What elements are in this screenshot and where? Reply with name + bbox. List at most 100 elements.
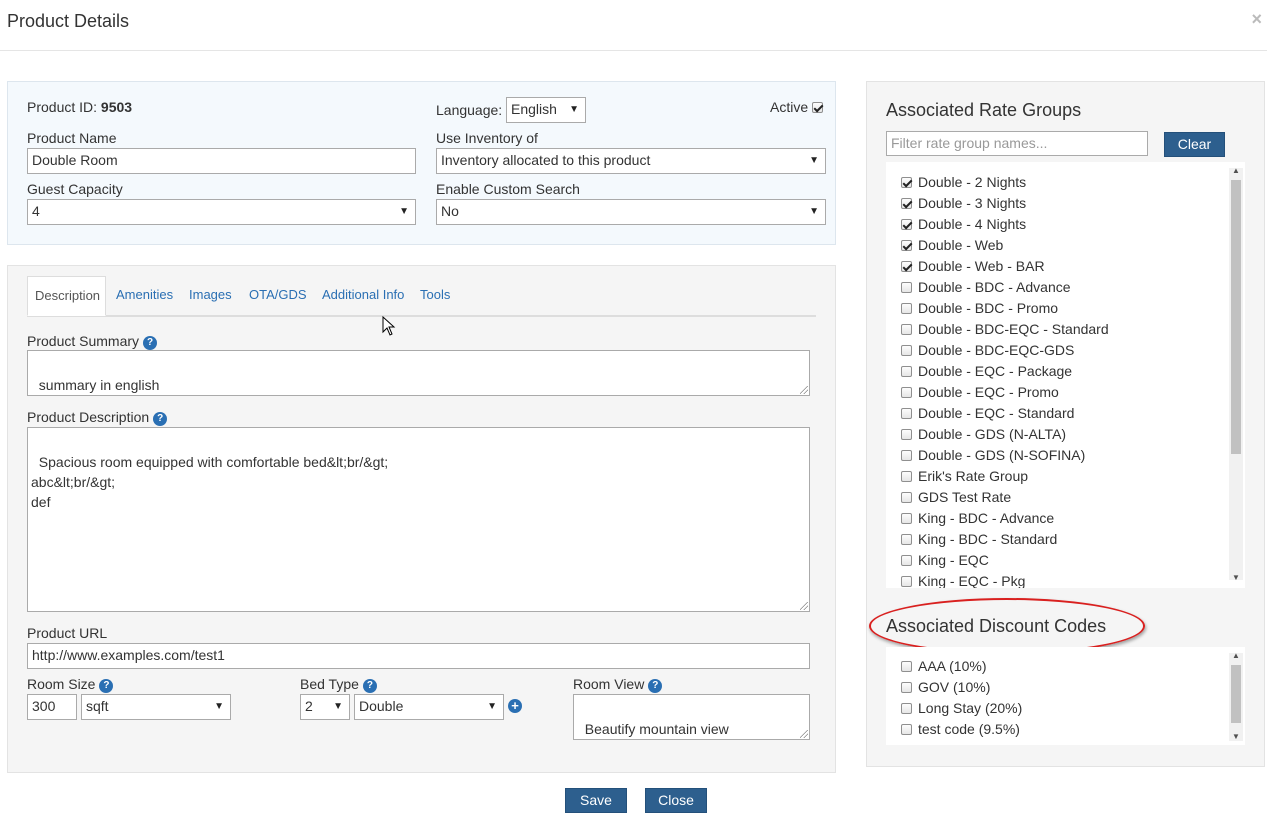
- product-summary-value: summary in english: [38, 377, 160, 393]
- list-item[interactable]: GDS Test Rate: [901, 489, 1011, 505]
- list-item-label: Double - BDC - Advance: [918, 279, 1071, 295]
- tab-description[interactable]: Description: [27, 276, 106, 316]
- guest-capacity-select[interactable]: 4 ▼: [27, 199, 416, 225]
- checkbox[interactable]: [901, 492, 912, 503]
- list-item[interactable]: King - EQC - Pkg: [901, 573, 1025, 588]
- list-item[interactable]: Double - 3 Nights: [901, 195, 1026, 211]
- list-item-label: GOV (10%): [918, 679, 991, 695]
- list-item[interactable]: Erik's Rate Group: [901, 468, 1028, 484]
- resize-handle-icon[interactable]: [800, 386, 808, 394]
- resize-handle-icon[interactable]: [800, 730, 808, 738]
- product-url-label: Product URL: [27, 625, 108, 641]
- checkbox[interactable]: [901, 661, 912, 672]
- list-item[interactable]: AAA (10%): [901, 658, 986, 674]
- bed-type-select[interactable]: Double ▼: [354, 694, 504, 720]
- checkbox[interactable]: [901, 345, 912, 356]
- product-name-input[interactable]: Double Room: [27, 148, 416, 174]
- clear-filter-button[interactable]: Clear: [1164, 132, 1225, 157]
- list-item[interactable]: Double - GDS (N-ALTA): [901, 426, 1066, 442]
- list-item[interactable]: test code (9.5%): [901, 721, 1020, 737]
- bed-count-select[interactable]: 2 ▼: [300, 694, 350, 720]
- close-icon[interactable]: ×: [1251, 9, 1262, 30]
- scroll-thumb[interactable]: [1231, 180, 1241, 454]
- checkbox[interactable]: [901, 303, 912, 314]
- use-inventory-label: Use Inventory of: [436, 130, 538, 146]
- checkbox[interactable]: [901, 177, 912, 188]
- list-item[interactable]: Double - 2 Nights: [901, 174, 1026, 190]
- list-item[interactable]: GOV (10%): [901, 679, 990, 695]
- tab-tools[interactable]: Tools: [420, 276, 450, 316]
- list-item[interactable]: Double - 4 Nights: [901, 216, 1026, 232]
- help-icon[interactable]: ?: [362, 679, 377, 693]
- add-bed-icon[interactable]: +: [508, 699, 522, 713]
- room-size-unit-value: sqft: [86, 698, 109, 714]
- list-item[interactable]: Double - EQC - Package: [901, 363, 1072, 379]
- checkbox[interactable]: [901, 198, 912, 209]
- help-icon[interactable]: ?: [153, 412, 168, 426]
- checkbox[interactable]: [901, 682, 912, 693]
- checkbox[interactable]: [901, 261, 912, 272]
- help-icon[interactable]: ?: [143, 336, 158, 350]
- checkbox[interactable]: [901, 219, 912, 230]
- active-toggle[interactable]: Active: [770, 99, 824, 115]
- list-item[interactable]: Double - EQC - Standard: [901, 405, 1074, 421]
- checkbox[interactable]: [901, 724, 912, 735]
- list-item[interactable]: Double - EQC - Promo: [901, 384, 1059, 400]
- product-summary-textarea[interactable]: summary in english: [27, 350, 810, 396]
- bed-count-value: 2: [305, 698, 313, 714]
- save-button[interactable]: Save: [565, 788, 627, 813]
- list-item[interactable]: Double - BDC-EQC-GDS: [901, 342, 1074, 358]
- checkbox[interactable]: [901, 387, 912, 398]
- list-item-label: Double - BDC-EQC - Standard: [918, 321, 1109, 337]
- language-select[interactable]: English ▼: [506, 97, 586, 123]
- scroll-down-icon[interactable]: ▼: [1232, 732, 1240, 741]
- list-item[interactable]: King - BDC - Standard: [901, 531, 1057, 547]
- use-inventory-select[interactable]: Inventory allocated to this product ▼: [436, 148, 826, 174]
- tab-images[interactable]: Images: [189, 276, 232, 316]
- active-checkbox[interactable]: [812, 102, 824, 113]
- highlight-annotation: [869, 598, 1145, 654]
- checkbox[interactable]: [901, 576, 912, 587]
- checkbox[interactable]: [901, 408, 912, 419]
- checkbox[interactable]: [901, 513, 912, 524]
- help-icon[interactable]: ?: [648, 679, 663, 693]
- checkbox[interactable]: [901, 450, 912, 461]
- room-view-textarea[interactable]: Beautify mountain view: [573, 694, 810, 740]
- list-item[interactable]: King - EQC: [901, 552, 989, 568]
- checkbox[interactable]: [901, 240, 912, 251]
- list-item-label: King - EQC: [918, 552, 989, 568]
- checkbox[interactable]: [901, 366, 912, 377]
- checkbox[interactable]: [901, 703, 912, 714]
- scroll-up-icon[interactable]: ▲: [1232, 166, 1240, 175]
- help-icon[interactable]: ?: [99, 679, 114, 693]
- room-size-unit-select[interactable]: sqft ▼: [81, 694, 231, 720]
- tab-ota-gds[interactable]: OTA/GDS: [249, 276, 307, 316]
- list-item[interactable]: Double - Web - BAR: [901, 258, 1045, 274]
- list-item[interactable]: Double - BDC - Advance: [901, 279, 1071, 295]
- checkbox[interactable]: [901, 282, 912, 293]
- resize-handle-icon[interactable]: [800, 602, 808, 610]
- checkbox[interactable]: [901, 429, 912, 440]
- scroll-thumb[interactable]: [1231, 665, 1241, 723]
- checkbox[interactable]: [901, 534, 912, 545]
- list-item[interactable]: Double - GDS (N-SOFINA): [901, 447, 1085, 463]
- checkbox[interactable]: [901, 555, 912, 566]
- scroll-up-icon[interactable]: ▲: [1232, 651, 1240, 660]
- checkbox[interactable]: [901, 324, 912, 335]
- close-button[interactable]: Close: [645, 788, 707, 813]
- tab-additional-info[interactable]: Additional Info: [322, 276, 404, 316]
- rate-group-filter-input[interactable]: Filter rate group names...: [886, 131, 1148, 156]
- list-item[interactable]: King - BDC - Advance: [901, 510, 1054, 526]
- room-size-input[interactable]: 300: [27, 694, 77, 720]
- list-item[interactable]: Double - BDC-EQC - Standard: [901, 321, 1109, 337]
- product-url-input[interactable]: http://www.examples.com/test1: [27, 643, 810, 669]
- list-item[interactable]: Double - BDC - Promo: [901, 300, 1058, 316]
- checkbox[interactable]: [901, 471, 912, 482]
- product-description-textarea[interactable]: Spacious room equipped with comfortable …: [27, 427, 810, 612]
- list-item[interactable]: Double - Web: [901, 237, 1003, 253]
- discount-code-list: AAA (10%) GOV (10%) Long Stay (20%) test…: [886, 647, 1245, 745]
- tab-amenities[interactable]: Amenities: [116, 276, 173, 316]
- scroll-down-icon[interactable]: ▼: [1232, 573, 1240, 582]
- list-item[interactable]: Long Stay (20%): [901, 700, 1022, 716]
- custom-search-select[interactable]: No ▼: [436, 199, 826, 225]
